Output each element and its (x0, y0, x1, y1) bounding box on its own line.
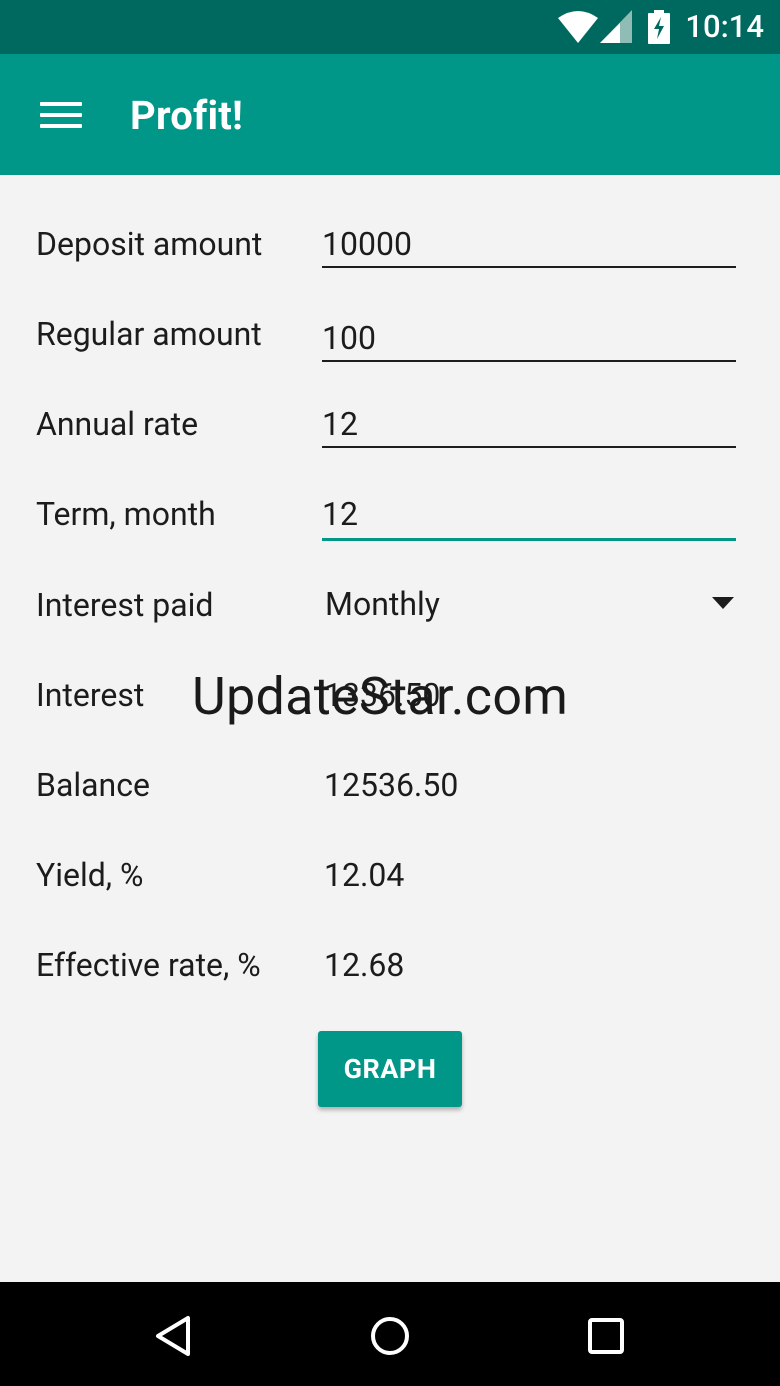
rate-underline (322, 446, 736, 448)
battery-charging-icon (648, 10, 670, 44)
regular-field[interactable] (322, 316, 736, 362)
rate-row: Annual rate (0, 402, 780, 492)
term-label: Term, month (36, 495, 216, 533)
term-underline (322, 538, 736, 541)
regular-row: Regular amount (0, 315, 780, 406)
signal-icon (600, 10, 632, 43)
regular-underline (322, 360, 736, 362)
effective-rate-value: 12.68 (324, 946, 405, 984)
rate-field[interactable] (322, 402, 736, 448)
graph-button[interactable]: GRAPH (318, 1031, 462, 1107)
rate-input[interactable] (322, 402, 736, 446)
deposit-field[interactable] (322, 222, 736, 268)
balance-label: Balance (36, 766, 150, 804)
deposit-input[interactable] (322, 222, 736, 266)
yield-value: 12.04 (324, 856, 405, 894)
recents-icon[interactable] (580, 1310, 632, 1362)
chevron-down-icon (712, 597, 734, 609)
balance-value: 12536.50 (324, 766, 459, 804)
deposit-underline (322, 266, 736, 268)
status-time: 10:14 (685, 8, 764, 45)
navigation-bar (0, 1282, 780, 1386)
status-bar: 10:14 (0, 0, 780, 54)
interest-paid-label: Interest paid (36, 586, 214, 624)
interest-paid-value: Monthly (325, 585, 440, 623)
interest-paid-row: Interest paid Monthly (0, 584, 780, 674)
term-row: Term, month (0, 492, 780, 582)
regular-input[interactable] (322, 316, 736, 360)
wifi-icon (558, 11, 598, 43)
back-icon[interactable] (148, 1310, 200, 1362)
deposit-row: Deposit amount (0, 222, 780, 312)
term-input[interactable] (322, 492, 736, 536)
interest-label: Interest (36, 676, 145, 714)
term-field[interactable] (322, 492, 736, 541)
yield-label: Yield, % (36, 856, 144, 894)
home-icon[interactable] (364, 1310, 416, 1362)
interest-paid-dropdown[interactable]: Monthly (324, 581, 744, 629)
hamburger-menu-icon[interactable] (26, 87, 94, 143)
effective-rate-label: Effective rate, % (36, 946, 261, 984)
deposit-label: Deposit amount (36, 225, 263, 263)
rate-label: Annual rate (36, 405, 199, 443)
app-bar: Profit! (0, 54, 780, 175)
app-title: Profit! (130, 92, 244, 139)
balance-row: Balance 12536.50 (0, 764, 780, 854)
watermark: UpdateStar.com (192, 666, 569, 727)
yield-row: Yield, % 12.04 (0, 854, 780, 944)
effective-rate-row: Effective rate, % 12.68 (0, 944, 780, 1034)
regular-label: Regular amount (36, 315, 262, 353)
